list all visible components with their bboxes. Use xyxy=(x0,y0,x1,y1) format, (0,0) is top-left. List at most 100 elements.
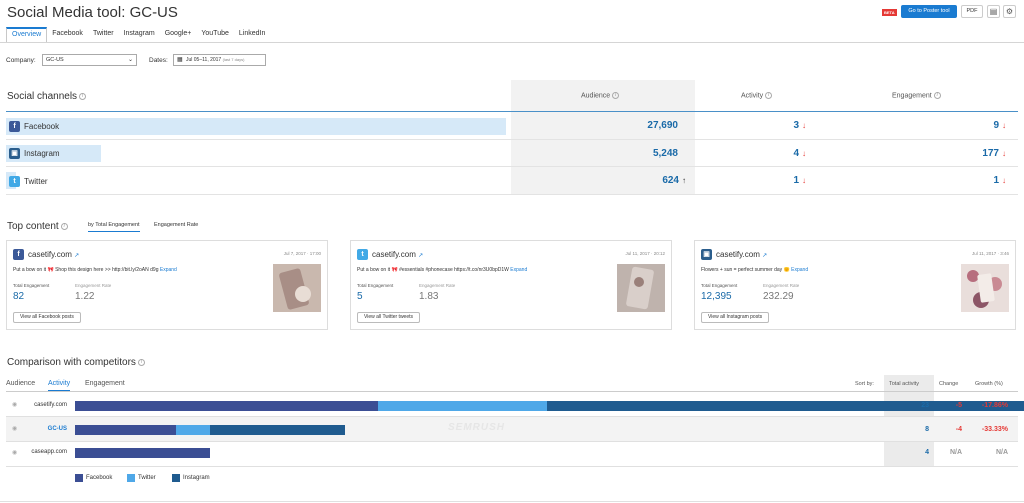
post-text: Put a bow on it 🎀 Shop this design here … xyxy=(13,267,263,273)
tab-activity[interactable]: Activity xyxy=(48,380,71,391)
total-engagement-label: Total Engagement xyxy=(357,283,394,288)
view-all-facebook-posts-button[interactable]: View all Facebook posts xyxy=(13,312,81,323)
go-to-poster-tool-button[interactable]: Go to Poster tool xyxy=(901,5,957,18)
engagement-number: 9 xyxy=(993,120,999,131)
pdf-button[interactable]: PDF xyxy=(961,5,983,18)
top-content-card-twitter: t casetify.com ↗ Jul 11, 2017 · 20:12 Pu… xyxy=(350,240,672,330)
arrow-up-icon: ↑ xyxy=(682,176,686,185)
company-label: Company: xyxy=(6,57,36,64)
tab-twitter[interactable]: Twitter xyxy=(88,27,119,42)
legend-item-instagram[interactable]: Instagram xyxy=(172,474,210,482)
arrow-down-icon: ↓ xyxy=(802,176,806,185)
tab-youtube[interactable]: YouTube xyxy=(196,27,234,42)
top-content-title-text: Top content xyxy=(7,221,59,232)
own-company-domain: GC-US xyxy=(47,426,67,432)
date-range-note: (last 7 days) xyxy=(222,57,245,62)
account-link[interactable]: casetify.com ↗ xyxy=(372,250,423,259)
sort-growth[interactable]: Growth (%) xyxy=(975,381,1003,387)
post-thumbnail-image[interactable] xyxy=(961,264,1009,312)
social-channels-title-text: Social channels xyxy=(7,91,78,102)
tab-linkedin[interactable]: LinkedIn xyxy=(234,27,270,42)
channel-tabs: Overview Facebook Twitter Instagram Goog… xyxy=(6,27,270,43)
engagement-header[interactable]: Engagement i xyxy=(892,92,941,99)
channel-name-twitter: Twitter xyxy=(24,177,48,186)
tab-facebook[interactable]: Facebook xyxy=(47,27,88,42)
external-link-icon: ↗ xyxy=(74,253,80,259)
info-icon[interactable]: i xyxy=(612,92,620,99)
audience-value-twitter: 624 ↑ xyxy=(600,175,686,186)
bar-segment-twitter xyxy=(378,401,547,411)
top-content-title: Top content i xyxy=(7,221,68,232)
account-link[interactable]: casetify.com ↗ xyxy=(716,250,767,259)
expand-link[interactable]: Expand xyxy=(791,267,808,273)
tab-engagement-rate[interactable]: Engagement Rate xyxy=(154,222,198,228)
change-value: -5 xyxy=(955,402,962,409)
date-range-picker[interactable]: ▦ Jul 05–11, 2017 (last 7 days) xyxy=(173,54,266,66)
tab-overview[interactable]: Overview xyxy=(6,27,48,42)
legend-item-facebook[interactable]: Facebook xyxy=(75,474,112,482)
external-link-icon: ↗ xyxy=(762,253,768,259)
tab-audience[interactable]: Audience xyxy=(6,380,35,387)
company-select[interactable]: GC-US ⌄ xyxy=(42,54,137,66)
info-icon[interactable]: i xyxy=(60,222,68,230)
info-icon[interactable]: i xyxy=(79,92,87,100)
chevron-down-icon: ⌄ xyxy=(127,57,133,63)
legend-item-twitter[interactable]: Twitter xyxy=(127,474,156,482)
table-header-divider xyxy=(6,111,1018,112)
total-activity-value: 8 xyxy=(925,426,929,433)
tab-by-total-engagement[interactable]: by Total Engagement xyxy=(88,222,140,232)
dates-label: Dates: xyxy=(149,57,168,64)
growth-value: N/A xyxy=(995,449,1008,456)
arrow-down-icon: ↓ xyxy=(1002,149,1006,158)
page-bottom-divider xyxy=(0,501,1024,502)
tab-google-plus[interactable]: Google+ xyxy=(160,27,197,42)
activity-header[interactable]: Activity i xyxy=(741,92,773,100)
post-text: Flowers + sun = perfect summer day 🌞 Exp… xyxy=(701,267,951,273)
activity-number: 1 xyxy=(793,175,799,186)
engagement-number: 177 xyxy=(982,148,999,159)
activity-number: 3 xyxy=(793,120,799,131)
info-icon[interactable]: i xyxy=(765,92,773,99)
sort-by-label: Sort by: xyxy=(855,381,874,387)
channel-name-facebook: Facebook xyxy=(24,122,60,131)
sort-change[interactable]: Change xyxy=(939,381,958,387)
post-text: Put a bow on it 🎀 #essentials #phonecase… xyxy=(357,267,607,273)
activity-header-text: Activity xyxy=(741,92,764,100)
arrow-down-icon: ↓ xyxy=(802,149,806,158)
total-engagement-label: Total Engagement xyxy=(13,283,50,288)
audience-value-facebook: 27,690 xyxy=(647,120,678,131)
bar-segment-twitter xyxy=(176,425,210,435)
info-icon[interactable]: i xyxy=(137,358,145,366)
tabs-divider xyxy=(0,42,1024,43)
sort-total-activity[interactable]: Total activity xyxy=(889,381,919,387)
bar-segment-facebook xyxy=(75,401,379,411)
post-thumbnail-image[interactable] xyxy=(617,264,665,312)
account-link[interactable]: casetify.com ↗ xyxy=(28,250,79,259)
total-engagement-value: 5 xyxy=(357,291,363,302)
post-text-content: Put a bow on it 🎀 #essentials #phonecase… xyxy=(357,267,509,273)
expand-link[interactable]: Expand xyxy=(160,267,177,273)
post-thumbnail-image[interactable] xyxy=(273,264,321,312)
legend-label: Facebook xyxy=(86,475,113,481)
row-divider xyxy=(6,139,1018,140)
tab-engagement[interactable]: Engagement xyxy=(85,380,125,387)
engagement-header-text: Engagement xyxy=(892,92,932,100)
bar-segment-facebook xyxy=(75,448,210,458)
expand-link[interactable]: Expand xyxy=(510,267,527,273)
audience-header[interactable]: Audience i xyxy=(581,92,620,99)
date-range-value: Jul 05–11, 2017 xyxy=(186,57,222,63)
account-name: casetify.com xyxy=(716,250,760,259)
gear-icon[interactable]: ⚙ xyxy=(1003,5,1016,18)
tab-instagram[interactable]: Instagram xyxy=(119,27,160,42)
engagement-rate-label: Engagement Rate xyxy=(419,283,456,288)
document-icon[interactable]: ▤ xyxy=(987,5,1000,18)
top-content-card-facebook: f casetify.com ↗ Jul 7, 2017 · 17:00 Put… xyxy=(6,240,328,330)
view-all-instagram-posts-button[interactable]: View all Instagram posts xyxy=(701,312,770,323)
facebook-icon: f xyxy=(13,249,24,260)
activity-value-twitter: 1 ↓ xyxy=(740,175,806,186)
audience-number: 624 xyxy=(662,175,679,186)
growth-value: -33.33% xyxy=(981,426,1008,433)
engagement-number: 1 xyxy=(993,175,999,186)
info-icon[interactable]: i xyxy=(933,92,941,99)
view-all-twitter-tweets-button[interactable]: View all Twitter tweets xyxy=(357,312,421,323)
